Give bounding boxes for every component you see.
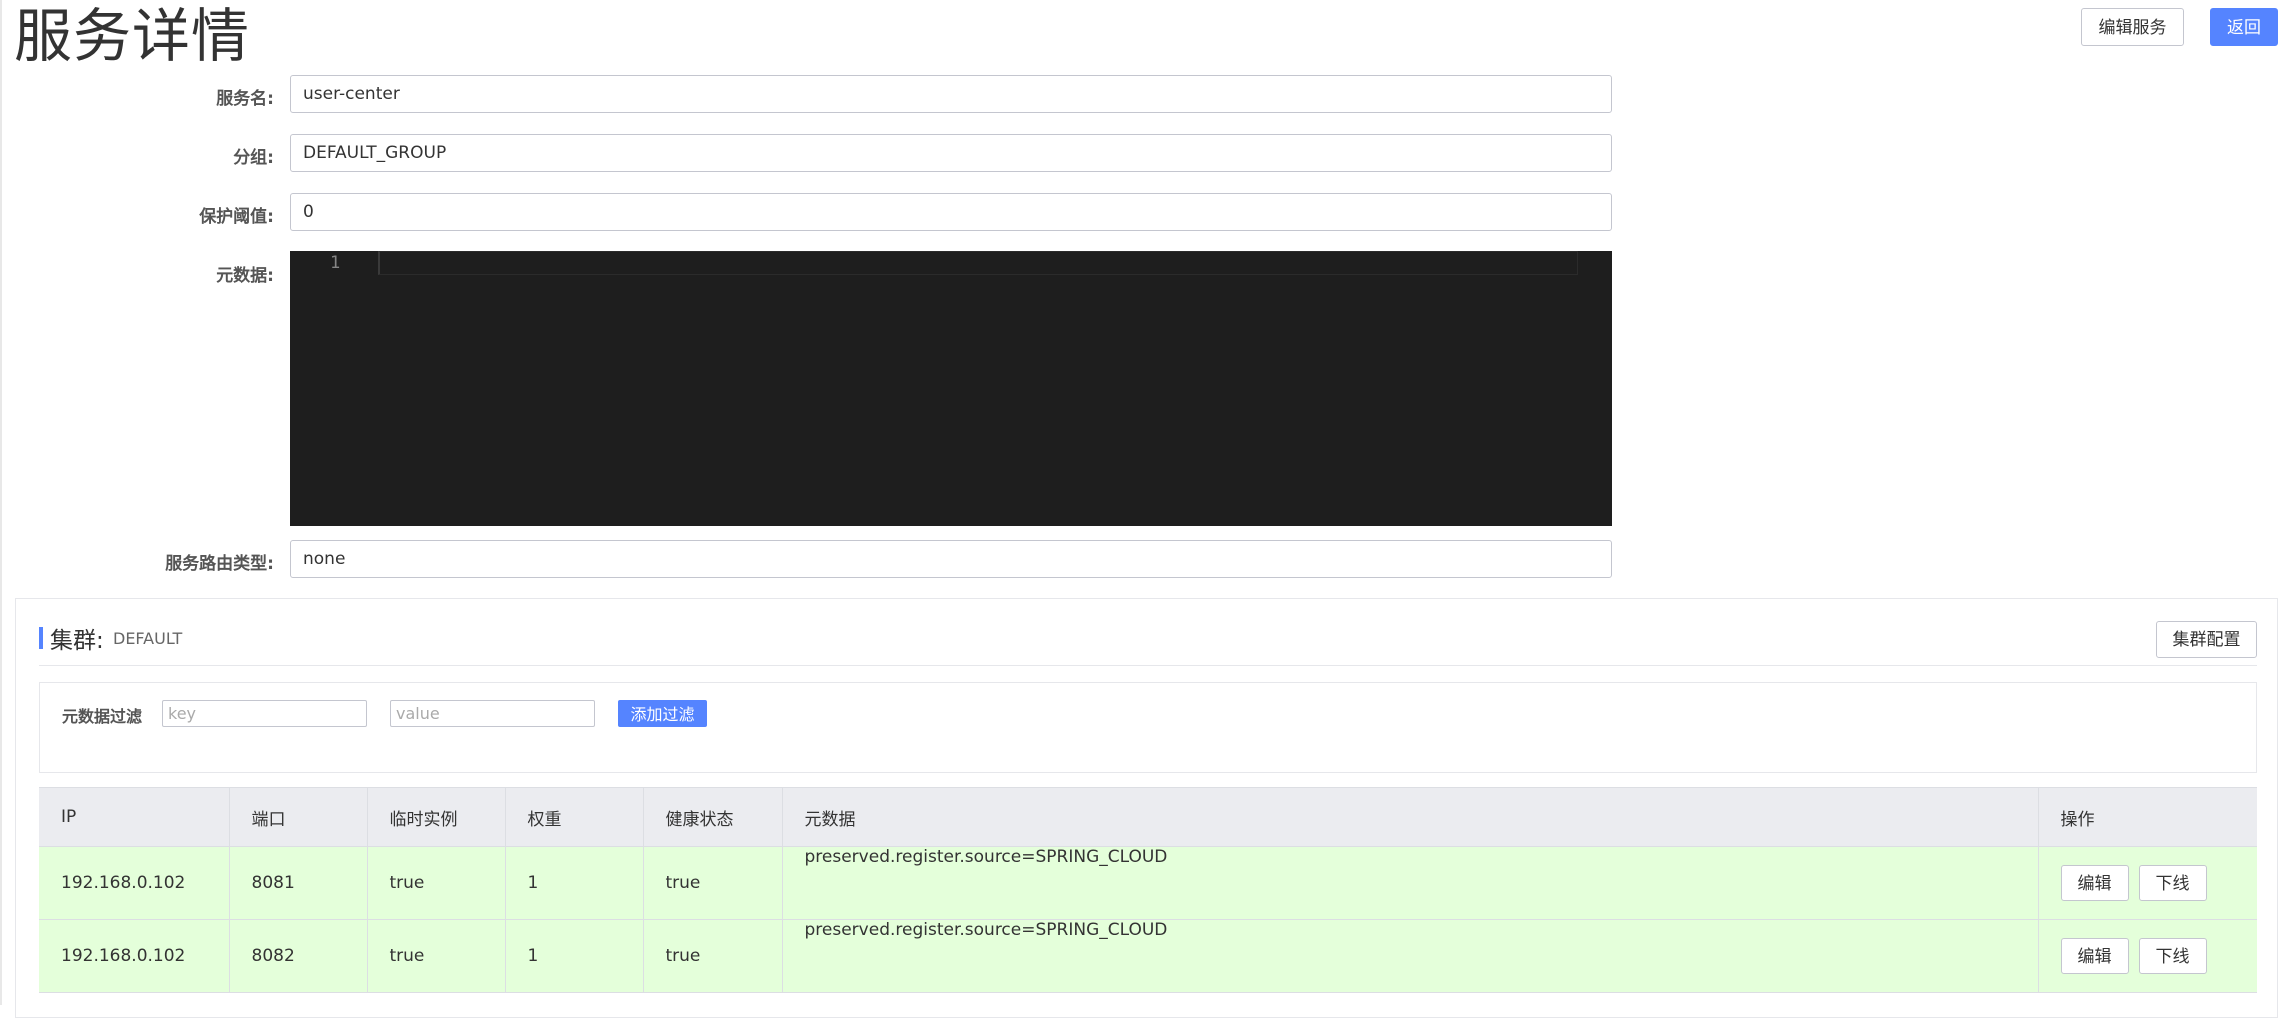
cell-weight: 1: [505, 919, 644, 993]
cluster-title-accent: [39, 627, 43, 649]
metadata-label: 元数据:: [216, 266, 274, 286]
header-metadata: 元数据: [782, 787, 2039, 847]
filter-value-input[interactable]: [390, 700, 595, 727]
metadata-filter-box: 元数据过滤 添加过滤: [39, 682, 2257, 773]
page-title: 服务详情: [14, 2, 251, 70]
metadata-code-editor[interactable]: 1: [290, 251, 1612, 526]
selector-type-label: 服务路由类型:: [165, 554, 274, 574]
cell-healthy: true: [643, 919, 783, 993]
editor-line-number: 1: [330, 253, 341, 273]
cluster-title: 集群:: [50, 628, 104, 654]
header-weight: 权重: [505, 787, 644, 847]
metadata-filter-label: 元数据过滤: [62, 707, 143, 726]
table-header-row: IP 端口 临时实例 权重 健康状态 元数据 操作: [39, 787, 2257, 847]
offline-instance-button[interactable]: 下线: [2138, 938, 2207, 974]
edit-service-button[interactable]: 编辑服务: [2081, 8, 2184, 46]
cell-weight: 1: [505, 846, 644, 920]
table-row: 192.168.0.102 8081 true 1 true preserved…: [39, 846, 2257, 920]
cluster-panel: 集群: DEFAULT 集群配置 元数据过滤 添加过滤 IP 端口 临时实例 权…: [15, 598, 2278, 1018]
back-button[interactable]: 返回: [2210, 8, 2278, 46]
offline-instance-button[interactable]: 下线: [2138, 865, 2207, 901]
cell-healthy: true: [643, 846, 783, 920]
header-port: 端口: [229, 787, 368, 847]
add-filter-button[interactable]: 添加过滤: [618, 700, 707, 727]
selector-type-input[interactable]: none: [290, 540, 1612, 578]
editor-current-line: [378, 251, 1578, 275]
filter-key-input[interactable]: [162, 700, 367, 727]
protect-threshold-input[interactable]: 0: [290, 193, 1612, 231]
group-label: 分组:: [233, 148, 274, 168]
protect-threshold-label: 保护阈值:: [199, 207, 274, 227]
header-actions: 操作: [2038, 787, 2257, 847]
edit-instance-button[interactable]: 编辑: [2060, 938, 2129, 974]
cluster-divider: [39, 665, 2257, 666]
group-input[interactable]: DEFAULT_GROUP: [290, 134, 1612, 172]
cell-actions: 编辑 下线: [2038, 846, 2257, 920]
cell-ephemeral: true: [367, 846, 506, 920]
cluster-config-button[interactable]: 集群配置: [2156, 621, 2257, 658]
instance-table: IP 端口 临时实例 权重 健康状态 元数据 操作 192.168.0.102 …: [39, 787, 2257, 993]
cell-ephemeral: true: [367, 919, 506, 993]
header-ephemeral: 临时实例: [367, 787, 506, 847]
cell-metadata: preserved.register.source=SPRING_CLOUD: [782, 846, 2039, 920]
header-ip: IP: [39, 787, 230, 847]
header-healthy: 健康状态: [643, 787, 783, 847]
cell-metadata: preserved.register.source=SPRING_CLOUD: [782, 919, 2039, 993]
edit-instance-button[interactable]: 编辑: [2060, 865, 2129, 901]
cell-actions: 编辑 下线: [2038, 919, 2257, 993]
cell-port: 8081: [229, 846, 368, 920]
cluster-name: DEFAULT: [113, 629, 183, 648]
table-row: 192.168.0.102 8082 true 1 true preserved…: [39, 919, 2257, 993]
cell-ip: 192.168.0.102: [39, 919, 230, 993]
cell-ip: 192.168.0.102: [39, 846, 230, 920]
service-name-label: 服务名:: [216, 89, 274, 109]
cell-port: 8082: [229, 919, 368, 993]
service-name-input[interactable]: user-center: [290, 75, 1612, 113]
